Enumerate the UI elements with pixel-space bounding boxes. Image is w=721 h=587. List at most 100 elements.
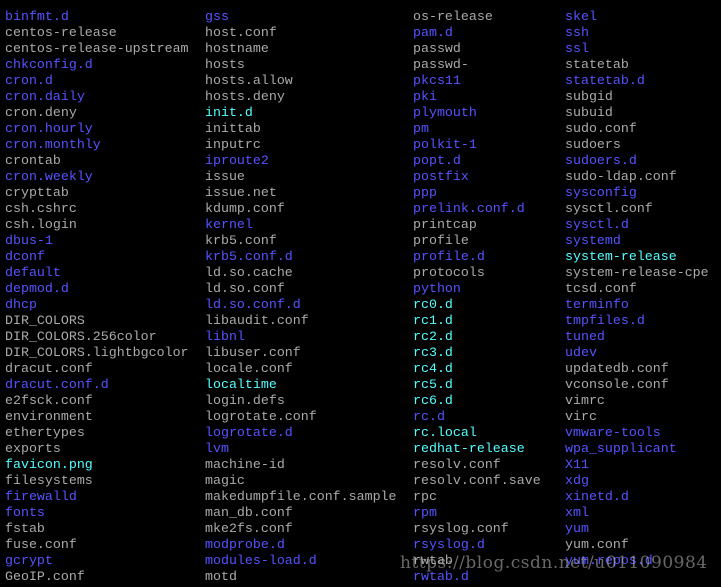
listing-column-2: gss host.conf hostname hosts hosts.allow host… (205, 9, 397, 585)
file-entry: hostname (205, 41, 269, 56)
file-entry: statetab (565, 57, 629, 72)
file-entry: passwd- (413, 57, 469, 72)
symlink-entry: init.d (205, 105, 253, 120)
file-entry: sudoers (565, 137, 621, 152)
directory-entry: dhcp (5, 297, 37, 312)
symlink-entry: rc.local (413, 425, 477, 440)
file-entry: DIR_COLORS.lightbgcolor (5, 345, 189, 360)
file-entry: printcap (413, 217, 477, 232)
file-entry: csh.login (5, 217, 77, 232)
file-entry: crypttab (5, 185, 69, 200)
file-entry: crontab (5, 153, 61, 168)
file-entry: hosts.allow (205, 73, 293, 88)
directory-entry: popt.d (413, 153, 461, 168)
directory-entry: rc.d (413, 409, 445, 424)
file-entry: exports (5, 441, 61, 456)
directory-entry: dracut.conf.d (5, 377, 109, 392)
directory-entry: polkit-1 (413, 137, 477, 152)
directory-entry: firewalld (5, 489, 77, 504)
symlink-entry: rc2.d (413, 329, 453, 344)
directory-entry: cron.d (5, 73, 53, 88)
directory-entry: udev (565, 345, 597, 360)
file-entry: protocols (413, 265, 485, 280)
directory-entry: wpa_supplicant (565, 441, 677, 456)
file-entry: hosts.deny (205, 89, 285, 104)
symlink-entry: localtime (205, 377, 277, 392)
directory-entry: libnl (205, 329, 245, 344)
file-entry: subuid (565, 105, 613, 120)
directory-entry: postfix (413, 169, 469, 184)
file-entry: libuser.conf (205, 345, 301, 360)
directory-entry: rpm (413, 505, 437, 520)
file-entry: hosts (205, 57, 245, 72)
directory-entry: modprobe.d (205, 537, 285, 552)
directory-entry: sysconfig (565, 185, 637, 200)
symlink-entry: rc5.d (413, 377, 453, 392)
file-entry: os-release (413, 9, 493, 24)
file-entry: krb5.conf (205, 233, 277, 248)
file-entry: sudo.conf (565, 121, 637, 136)
file-entry: rpc (413, 489, 437, 504)
file-entry: rsyslog.conf (413, 521, 509, 536)
file-entry: vconsole.conf (565, 377, 669, 392)
directory-entry: depmod.d (5, 281, 69, 296)
directory-entry: xdg (565, 473, 589, 488)
file-entry: cron.deny (5, 105, 77, 120)
file-entry: virc (565, 409, 597, 424)
file-entry: GeoIP.conf (5, 569, 85, 584)
file-entry: environment (5, 409, 93, 424)
directory-entry: kernel (205, 217, 253, 232)
file-entry: kdump.conf (205, 201, 285, 216)
symlink-entry: favicon.png (5, 457, 93, 472)
file-entry: issue.net (205, 185, 277, 200)
directory-entry: fonts (5, 505, 45, 520)
directory-entry: modules-load.d (205, 553, 317, 568)
symlink-entry: rc0.d (413, 297, 453, 312)
file-entry: makedumpfile.conf.sample (205, 489, 397, 504)
file-entry: subgid (565, 89, 613, 104)
file-entry: locale.conf (205, 361, 293, 376)
directory-entry: sudoers.d (565, 153, 637, 168)
directory-entry: dconf (5, 249, 45, 264)
file-entry: logrotate.conf (205, 409, 317, 424)
directory-entry: prelink.conf.d (413, 201, 525, 216)
directory-entry: pkcs11 (413, 73, 461, 88)
file-entry: inittab (205, 121, 261, 136)
directory-entry: ssl (565, 41, 589, 56)
directory-entry: statetab.d (565, 73, 645, 88)
directory-entry: binfmt.d (5, 9, 69, 24)
symlink-entry: rc4.d (413, 361, 453, 376)
directory-entry: cron.daily (5, 89, 85, 104)
directory-entry: gcrypt (5, 553, 53, 568)
directory-entry: cron.monthly (5, 137, 101, 152)
file-entry: updatedb.conf (565, 361, 669, 376)
symlink-entry: system-release (565, 249, 677, 264)
file-entry: filesystems (5, 473, 93, 488)
file-entry: ld.so.conf (205, 281, 285, 296)
file-entry: passwd (413, 41, 461, 56)
file-entry: centos-release (5, 25, 117, 40)
directory-entry: chkconfig.d (5, 57, 93, 72)
directory-entry: profile.d (413, 249, 485, 264)
directory-entry: default (5, 265, 61, 280)
directory-entry: gss (205, 9, 229, 24)
file-entry: ld.so.cache (205, 265, 293, 280)
file-entry: tcsd.conf (565, 281, 637, 296)
directory-entry: cron.weekly (5, 169, 93, 184)
directory-entry: terminfo (565, 297, 629, 312)
directory-entry: tuned (565, 329, 605, 344)
directory-entry: skel (565, 9, 597, 24)
file-entry: DIR_COLORS.256color (5, 329, 157, 344)
directory-entry: vmware-tools (565, 425, 661, 440)
directory-entry: yum (565, 521, 589, 536)
directory-entry: ld.so.conf.d (205, 297, 301, 312)
directory-entry: rsyslog.d (413, 537, 485, 552)
directory-entry: plymouth (413, 105, 477, 120)
directory-entry: cron.hourly (5, 121, 93, 136)
directory-entry: sysctl.d (565, 217, 629, 232)
file-entry: DIR_COLORS (5, 313, 85, 328)
directory-entry: pm (413, 121, 429, 136)
file-entry: ethertypes (5, 425, 85, 440)
file-entry: host.conf (205, 25, 277, 40)
file-entry: fuse.conf (5, 537, 77, 552)
